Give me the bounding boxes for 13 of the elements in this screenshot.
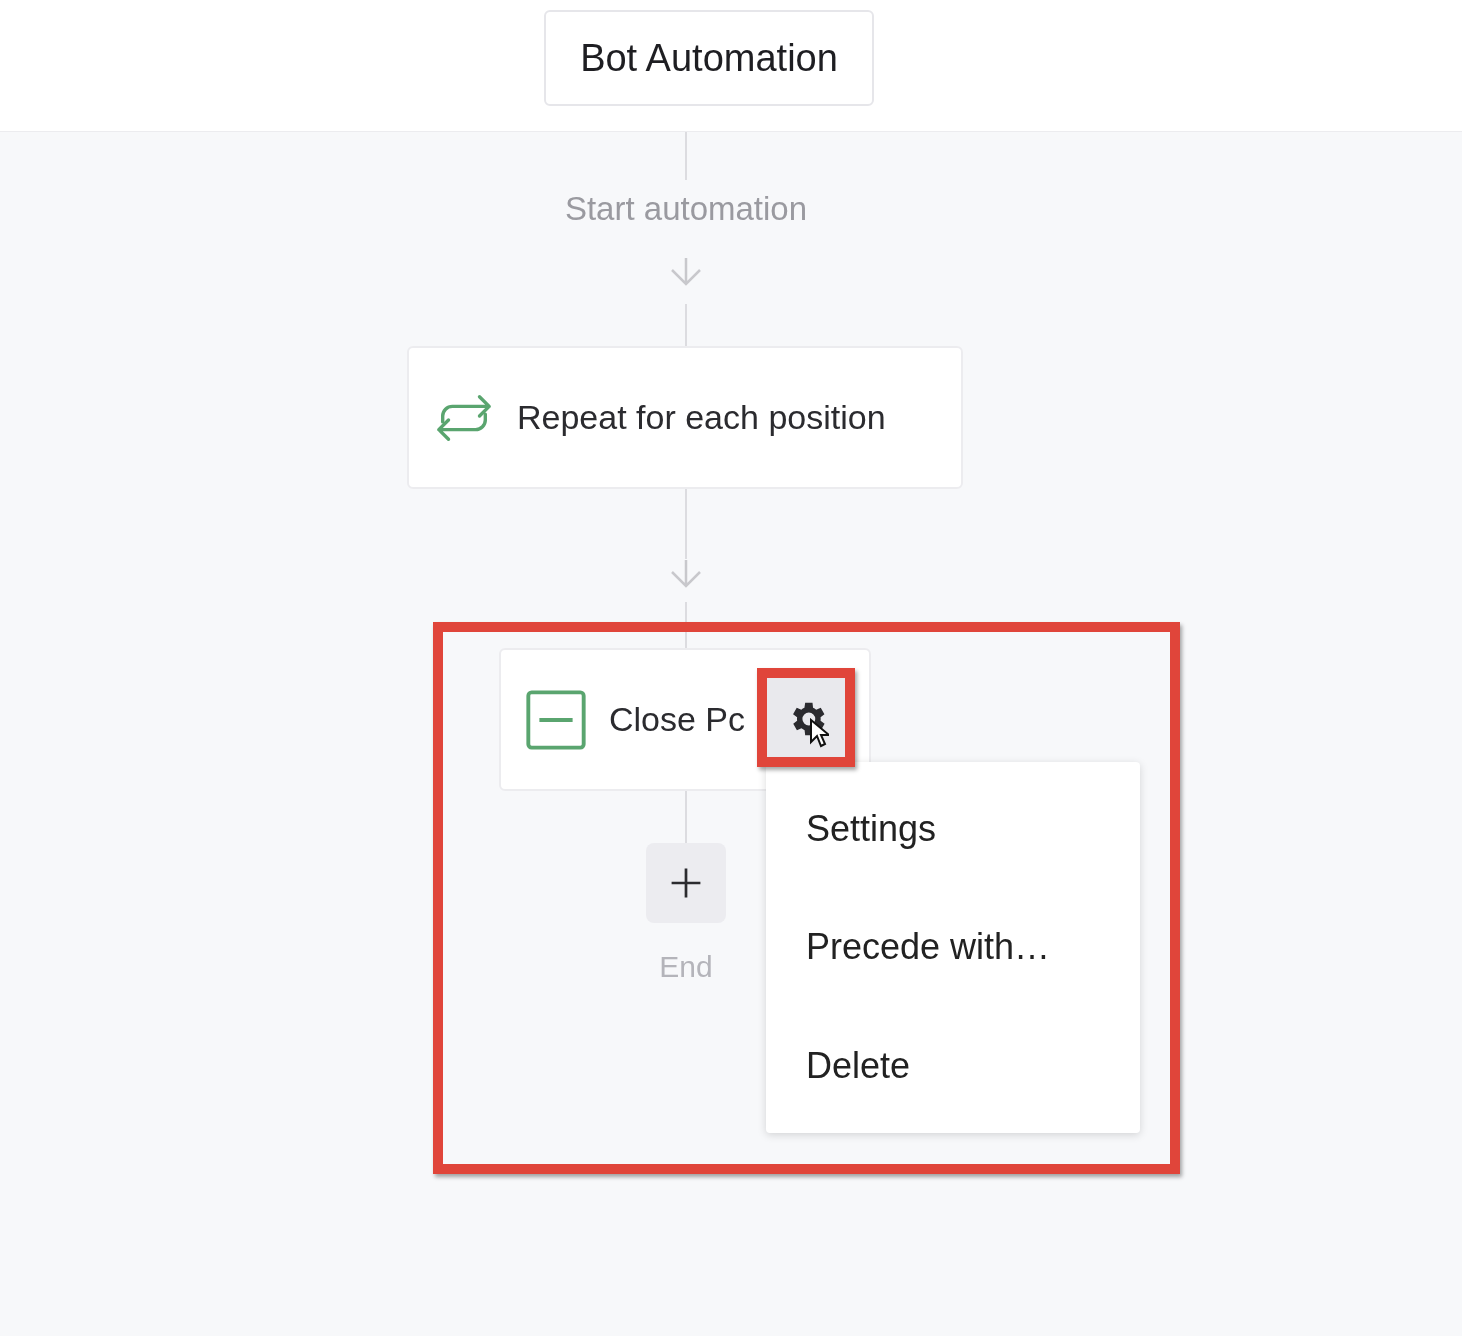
start-label: Start automation <box>563 190 809 228</box>
step-label: Repeat for each position <box>517 398 886 437</box>
minus-square-icon <box>525 688 587 751</box>
step-card[interactable]: Repeat for each position <box>407 346 963 489</box>
menu-item[interactable]: Delete <box>766 1044 1140 1087</box>
arrow-down-icon <box>669 256 703 286</box>
end-label: End <box>658 950 714 984</box>
step-label: Close Pc <box>609 700 746 739</box>
arrow-down-icon <box>669 558 703 588</box>
menu-item[interactable]: Settings <box>766 808 1140 851</box>
flow-title: Bot Automation <box>544 10 874 106</box>
cursor-icon <box>809 718 829 748</box>
menu-item[interactable]: Precede with… <box>766 926 1140 969</box>
